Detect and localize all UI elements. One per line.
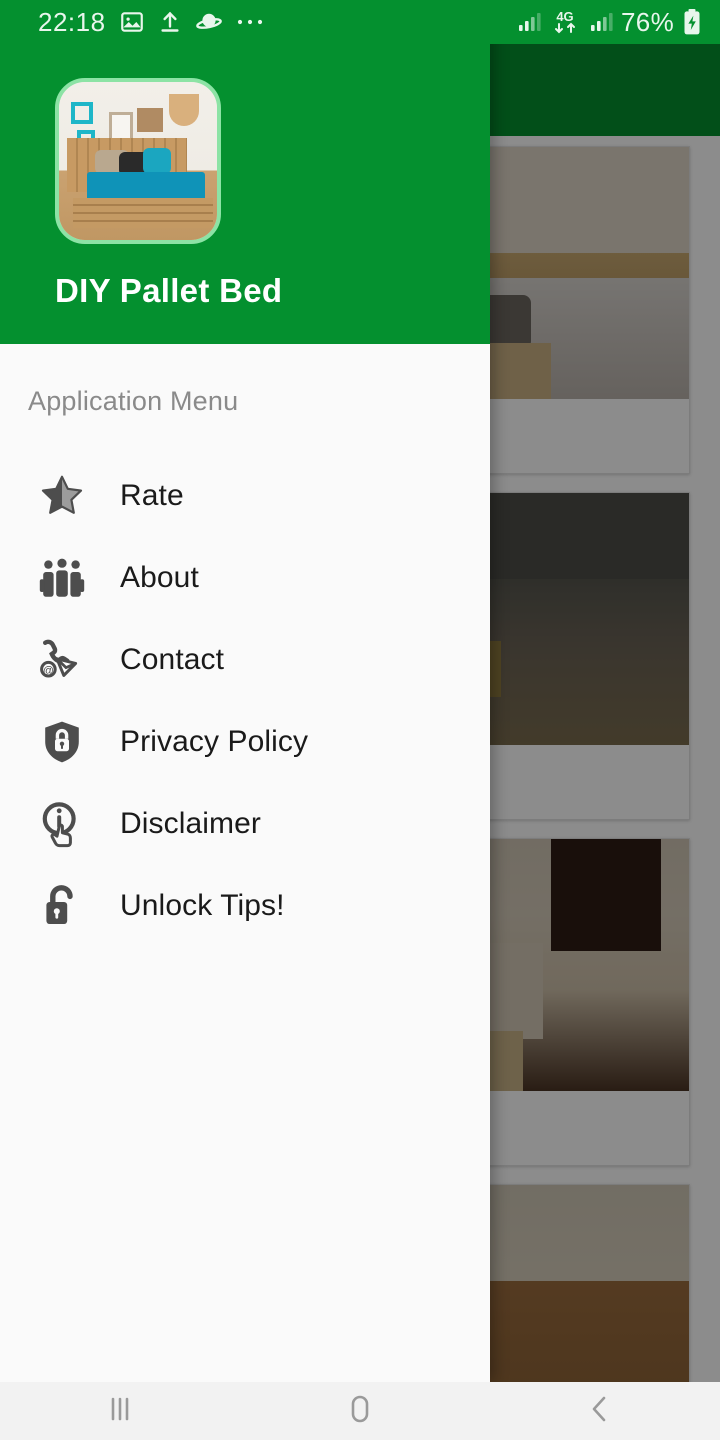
- unlock-padlock-icon: [36, 880, 88, 932]
- menu-item-contact[interactable]: @ Contact: [0, 619, 490, 701]
- back-button[interactable]: [540, 1392, 660, 1431]
- battery-charging-icon: [682, 8, 702, 36]
- recents-icon: [100, 1392, 140, 1431]
- people-group-icon: [36, 552, 88, 604]
- signal-icon: [517, 10, 541, 34]
- menu-item-label: Disclaimer: [120, 807, 262, 840]
- menu-item-label: Privacy Policy: [120, 725, 309, 758]
- menu-item-label: Unlock Tips!: [120, 889, 285, 922]
- menu-item-privacy-policy[interactable]: Privacy Policy: [0, 701, 490, 783]
- system-navigation-bar: [0, 1382, 720, 1440]
- more-icon: [236, 17, 264, 27]
- data-transfer-icon: 4G: [549, 8, 581, 36]
- app-title: DIY Pallet Bed: [55, 272, 283, 309]
- image-icon: [119, 9, 145, 35]
- drawer-body: Application Menu Rate About @ Contact Pr…: [0, 344, 490, 1382]
- status-bar: 22:18 4G 76%: [0, 0, 720, 44]
- menu-item-unlock-tips[interactable]: Unlock Tips!: [0, 865, 490, 947]
- menu-item-label: Rate: [120, 479, 184, 512]
- signal-2-icon: [589, 10, 613, 34]
- star-half-icon: [36, 470, 88, 522]
- info-hand-icon: [36, 798, 88, 850]
- drawer-header: DIY Pallet Bed: [0, 0, 490, 344]
- upload-icon: [158, 9, 182, 35]
- svg-text:4G: 4G: [556, 9, 573, 24]
- back-icon: [580, 1392, 620, 1431]
- status-clock: 22:18: [38, 6, 106, 37]
- menu-item-label: Contact: [120, 643, 225, 676]
- svg-text:@: @: [43, 665, 54, 677]
- saturn-icon: [195, 9, 223, 35]
- navigation-drawer: DIY Pallet Bed Application Menu Rate Abo…: [0, 0, 490, 1382]
- diy-pallet-bed-app-icon: [55, 78, 221, 244]
- menu-heading: Application Menu: [28, 386, 239, 416]
- home-icon: [340, 1391, 380, 1432]
- recents-button[interactable]: [60, 1392, 180, 1431]
- menu-item-label: About: [120, 561, 199, 594]
- shield-lock-icon: [36, 716, 88, 768]
- status-bar-right: 4G 76%: [517, 7, 702, 38]
- menu-item-about[interactable]: About: [0, 537, 490, 619]
- menu-item-rate[interactable]: Rate: [0, 455, 490, 537]
- status-bar-left: 22:18: [38, 7, 264, 38]
- battery-percent: 76%: [621, 6, 674, 37]
- phone-envelope-at-icon: @: [36, 634, 88, 686]
- menu-list: Rate About @ Contact Privacy Policy Disc…: [0, 455, 490, 947]
- menu-item-disclaimer[interactable]: Disclaimer: [0, 783, 490, 865]
- home-button[interactable]: [300, 1391, 420, 1432]
